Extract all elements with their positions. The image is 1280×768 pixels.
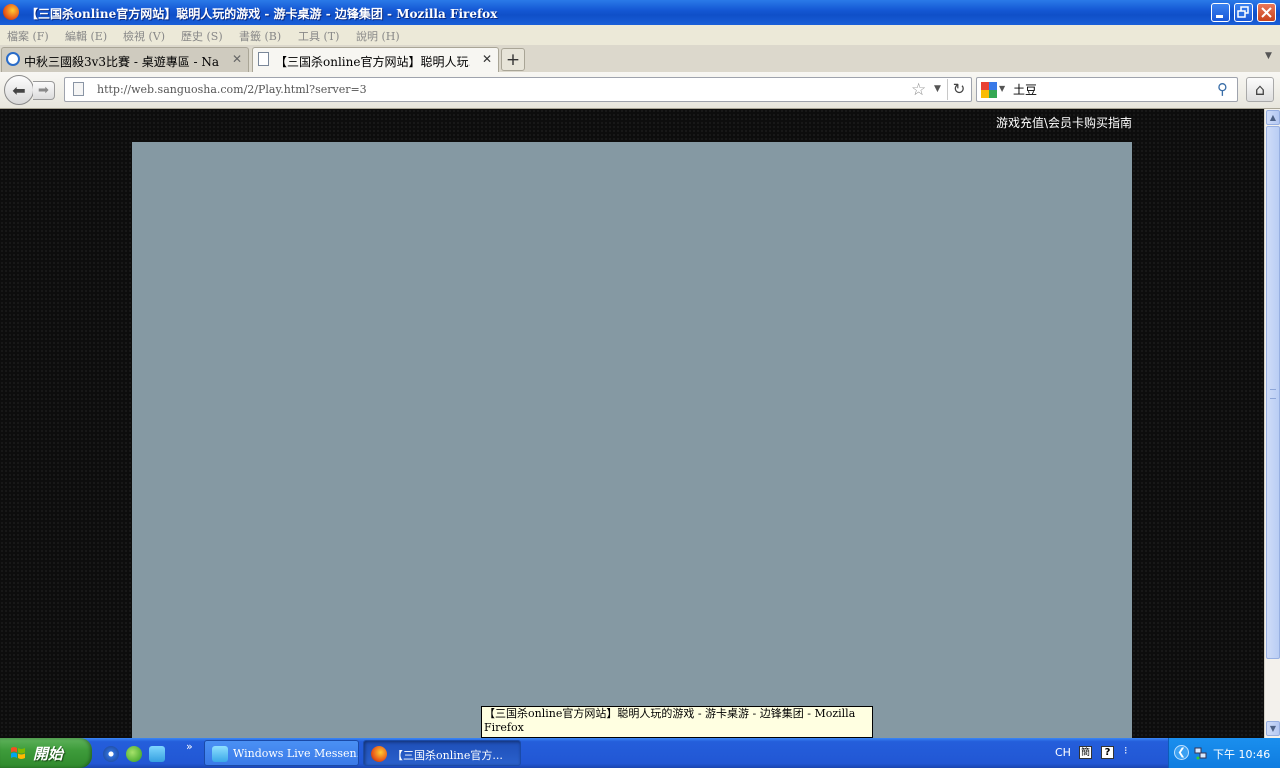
close-button[interactable] — [1257, 3, 1276, 22]
taskbar: 開始 » Windows Live Messen... 【三国杀online官方… — [0, 738, 1280, 768]
messenger-quicklaunch-icon[interactable] — [149, 746, 165, 762]
close-tab-icon[interactable]: ✕ — [232, 52, 242, 66]
window-title: 【三国杀online官方网站】聪明人玩的游戏 - 游卡桌游 - 边锋集团 - M… — [26, 7, 498, 21]
arrow-left-icon: ⬅ — [12, 81, 26, 100]
arrow-right-icon: ➡ — [38, 83, 49, 98]
page-content: 游戏充值\会员卡购买指南 — [0, 109, 1264, 738]
scroll-grip — [1270, 389, 1276, 399]
system-tray: ❮ 下午 10:46 — [1168, 738, 1280, 768]
list-all-tabs-icon[interactable]: ▼ — [1265, 51, 1272, 61]
firefox-icon[interactable] — [3, 4, 19, 20]
search-engine-dropdown-icon[interactable]: ▼ — [999, 84, 1005, 93]
menu-file[interactable]: 檔案 (F) — [7, 28, 49, 44]
task-label: 【三国杀online官方... — [392, 749, 503, 762]
close-icon — [1261, 7, 1272, 18]
windows-logo-icon — [11, 747, 25, 759]
ie-icon — [6, 52, 20, 66]
menu-history[interactable]: 歷史 (S) — [181, 28, 223, 44]
reload-button[interactable]: ↻ — [947, 79, 970, 100]
title-bar[interactable]: 【三国杀online官方网站】聪明人玩的游戏 - 游卡桌游 - 边锋集团 - M… — [0, 0, 1280, 25]
taskbar-messenger-button[interactable]: Windows Live Messen... — [204, 740, 359, 766]
network-icon[interactable] — [1194, 746, 1208, 760]
home-icon: ⌂ — [1254, 80, 1266, 99]
menu-view[interactable]: 檢視 (V) — [123, 28, 165, 44]
menu-bar: 檔案 (F) 編輯 (E) 檢視 (V) 歷史 (S) 書籤 (B) 工具 (T… — [0, 25, 1280, 45]
url-text[interactable]: http://web.sanguosha.com/2/Play.html?ser… — [97, 83, 367, 96]
game-canvas[interactable] — [132, 142, 1132, 738]
menu-tools[interactable]: 工具 (T) — [298, 28, 339, 44]
minimize-icon — [1216, 15, 1223, 18]
tab-label: 【三国杀online官方网站】聪明人玩… — [275, 55, 470, 69]
vertical-scrollbar[interactable]: ▲ ▼ — [1264, 109, 1280, 738]
scroll-up-button[interactable]: ▲ — [1266, 110, 1280, 125]
page-icon — [73, 82, 84, 96]
bookmark-star-icon[interactable]: ☆ — [911, 80, 926, 100]
tab-strip: 中秋三國殺3v3比賽 - 桌遊專區 - Naku… ✕ 【三国杀online官方… — [0, 45, 1280, 73]
menu-edit[interactable]: 編輯 (E) — [65, 28, 107, 44]
home-button[interactable]: ⌂ — [1246, 77, 1274, 102]
search-icon[interactable]: ⚲ — [1217, 80, 1228, 98]
language-options-icon[interactable]: ⁝ — [1124, 744, 1128, 757]
tab-sanguosha-forum[interactable]: 中秋三國殺3v3比賽 - 桌遊專區 - Naku… ✕ — [1, 47, 249, 72]
media-player-icon[interactable] — [103, 746, 119, 762]
show-hidden-icons-icon[interactable]: ❮ — [1174, 745, 1189, 760]
tab-tooltip: 【三国杀online官方网站】聪明人玩的游戏 - 游卡桌游 - 边锋集团 - M… — [481, 706, 873, 738]
tab-sanguosha-online[interactable]: 【三国杀online官方网站】聪明人玩… ✕ — [252, 47, 499, 72]
firefox-icon — [371, 746, 387, 762]
reload-icon: ↻ — [952, 80, 966, 98]
messenger-icon — [212, 746, 228, 762]
ime-help-icon[interactable]: ? — [1101, 746, 1114, 759]
internet-icon[interactable] — [126, 746, 142, 762]
minimize-button[interactable] — [1211, 3, 1230, 22]
forward-button[interactable]: ➡ — [33, 81, 55, 100]
menu-bookmarks[interactable]: 書籤 (B) — [239, 28, 281, 44]
recharge-guide-link[interactable]: 游戏充值\会员卡购买指南 — [996, 114, 1132, 131]
close-tab-icon[interactable]: ✕ — [482, 52, 492, 66]
page-icon — [258, 52, 269, 66]
scroll-down-button[interactable]: ▼ — [1266, 721, 1280, 736]
restore-button[interactable] — [1234, 3, 1253, 22]
tab-label: 中秋三國殺3v3比賽 - 桌遊專區 - Naku… — [24, 55, 219, 69]
google-icon[interactable] — [981, 82, 997, 98]
start-button[interactable]: 開始 — [0, 738, 92, 768]
url-bar[interactable]: http://web.sanguosha.com/2/Play.html?ser… — [64, 77, 972, 102]
back-button[interactable]: ⬅ — [4, 75, 34, 105]
clock[interactable]: 下午 10:46 — [1213, 746, 1270, 762]
search-bar[interactable]: ▼ 土豆 ⚲ — [976, 77, 1238, 102]
ime-mode-icon[interactable]: 簡 — [1079, 746, 1092, 759]
history-dropdown-icon[interactable]: ▼ — [934, 84, 941, 94]
search-input[interactable]: 土豆 — [1013, 81, 1037, 98]
taskbar-firefox-button[interactable]: 【三国杀online官方... — [363, 740, 521, 766]
scroll-thumb[interactable] — [1266, 126, 1280, 659]
task-label: Windows Live Messen... — [233, 747, 359, 760]
quicklaunch-more-icon[interactable]: » — [186, 740, 193, 753]
menu-help[interactable]: 說明 (H) — [356, 28, 400, 44]
navigation-bar: ⬅ ➡ http://web.sanguosha.com/2/Play.html… — [0, 72, 1280, 109]
start-label: 開始 — [33, 745, 64, 763]
new-tab-button[interactable]: + — [501, 48, 525, 71]
restore-icon — [1237, 6, 1249, 18]
language-indicator[interactable]: CH — [1055, 746, 1071, 759]
